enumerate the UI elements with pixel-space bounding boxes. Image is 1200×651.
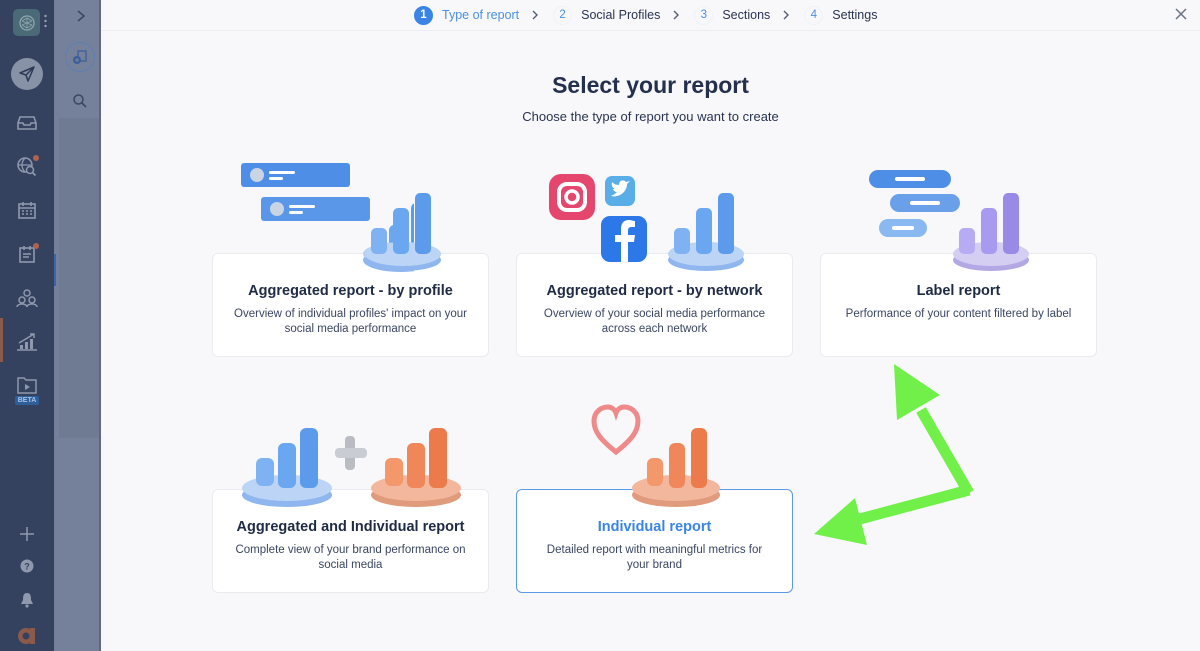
step-label: Sections [722,8,771,22]
calendar-icon [18,202,36,219]
report-card-aggregated-and-individual[interactable]: Aggregated and Individual report Complet… [212,489,489,593]
page-subtitle: Choose the type of report you want to cr… [522,109,779,124]
add-report-button[interactable] [65,42,95,72]
close-icon[interactable] [1174,7,1188,21]
bell-icon [21,593,33,608]
sidebar-add-button[interactable] [14,521,40,547]
sidebar-notifications-button[interactable] [14,587,40,613]
paper-plane-icon [19,66,35,82]
sidebar-item-analytics[interactable] [14,328,40,354]
card-description: Detailed report with meaningful metrics … [546,544,763,571]
card-description: Performance of your content filtered by … [845,308,1072,320]
stepper: 1 Type of report 2 Social Profiles 3 Sec… [414,4,877,26]
instagram-icon [549,174,595,220]
card-description: Complete view of your brand performance … [235,544,466,571]
report-card-individual[interactable]: Individual report Detailed report with m… [516,489,793,593]
step-label: Social Profiles [581,8,661,22]
card-description: Overview of your social media performanc… [543,308,766,335]
sidebar-item-tasks[interactable] [14,241,40,267]
more-options-icon[interactable] [44,14,47,28]
chevron-right-icon [672,9,682,21]
heart-icon [591,404,641,456]
report-card-aggregated-by-profile[interactable]: Aggregated report - by profile Overview … [212,253,489,357]
notification-dot [33,155,39,161]
report-card-aggregated-by-network[interactable]: Aggregated report - by network Overview … [516,253,793,357]
step-number: 2 [553,5,573,25]
inbox-tray-icon [17,116,37,130]
sidebar-item-listening[interactable] [14,153,40,179]
chevron-right-icon [782,9,792,21]
step-sections[interactable]: 3 Sections [694,5,771,25]
card-title: Aggregated report - by network [546,283,763,299]
plus-icon [20,527,34,541]
step-social-profiles[interactable]: 2 Social Profiles [553,5,661,25]
sidebar-item-inbox[interactable] [14,110,40,136]
search-icon[interactable] [72,93,88,109]
step-label: Settings [832,8,878,22]
chevron-right-icon[interactable] [74,8,88,24]
chevron-right-icon [531,9,541,21]
svg-text:?: ? [24,562,30,572]
card-title: Aggregated and Individual report [236,519,465,535]
step-number: 1 [414,5,433,25]
card-title: Individual report [597,519,712,535]
sidebar-help-button[interactable]: ? [14,553,40,579]
selected-indicator [54,254,56,286]
report-card-label[interactable]: Label report Performance of your content… [820,253,1097,357]
green-arrow-annotation [814,364,974,545]
step-settings[interactable]: 4 Settings [804,5,878,25]
sidebar-item-team[interactable] [14,285,40,311]
sidebar-item-videos[interactable] [14,372,40,398]
report-wizard-modal: 1 Type of report 2 Social Profiles 3 Sec… [101,0,1200,651]
step-number: 4 [804,5,824,25]
stepper-bar: 1 Type of report 2 Social Profiles 3 Sec… [101,0,1200,31]
add-report-icon [73,50,87,64]
page-title: Select your report [552,72,749,98]
notification-dot [33,243,39,249]
secondary-panel-list [59,118,101,438]
twitter-icon [605,176,635,206]
users-group-icon [16,289,38,308]
brain-logo-icon[interactable] [13,9,40,36]
app-sidebar: BETA ? [0,0,54,651]
step-label: Type of report [442,8,520,22]
card-title: Aggregated report - by profile [248,283,453,299]
avatar-letter-icon [18,628,35,644]
step-type-of-report[interactable]: 1 Type of report [414,5,520,25]
sidebar-account-button[interactable] [14,621,40,647]
sidebar-item-publish[interactable] [11,58,43,90]
beta-badge: BETA [15,396,39,405]
sidebar-item-calendar[interactable] [14,197,40,223]
question-circle-icon: ? [20,559,34,573]
video-folder-icon [17,377,37,394]
active-indicator [0,318,3,362]
chart-growth-icon [17,333,37,351]
label-tags-illustration [869,170,960,237]
plus-icon [335,436,367,470]
card-description: Overview of individual profiles' impact … [234,308,467,335]
card-title: Label report [916,283,1001,299]
step-number: 3 [694,5,714,25]
secondary-panel [54,0,101,651]
